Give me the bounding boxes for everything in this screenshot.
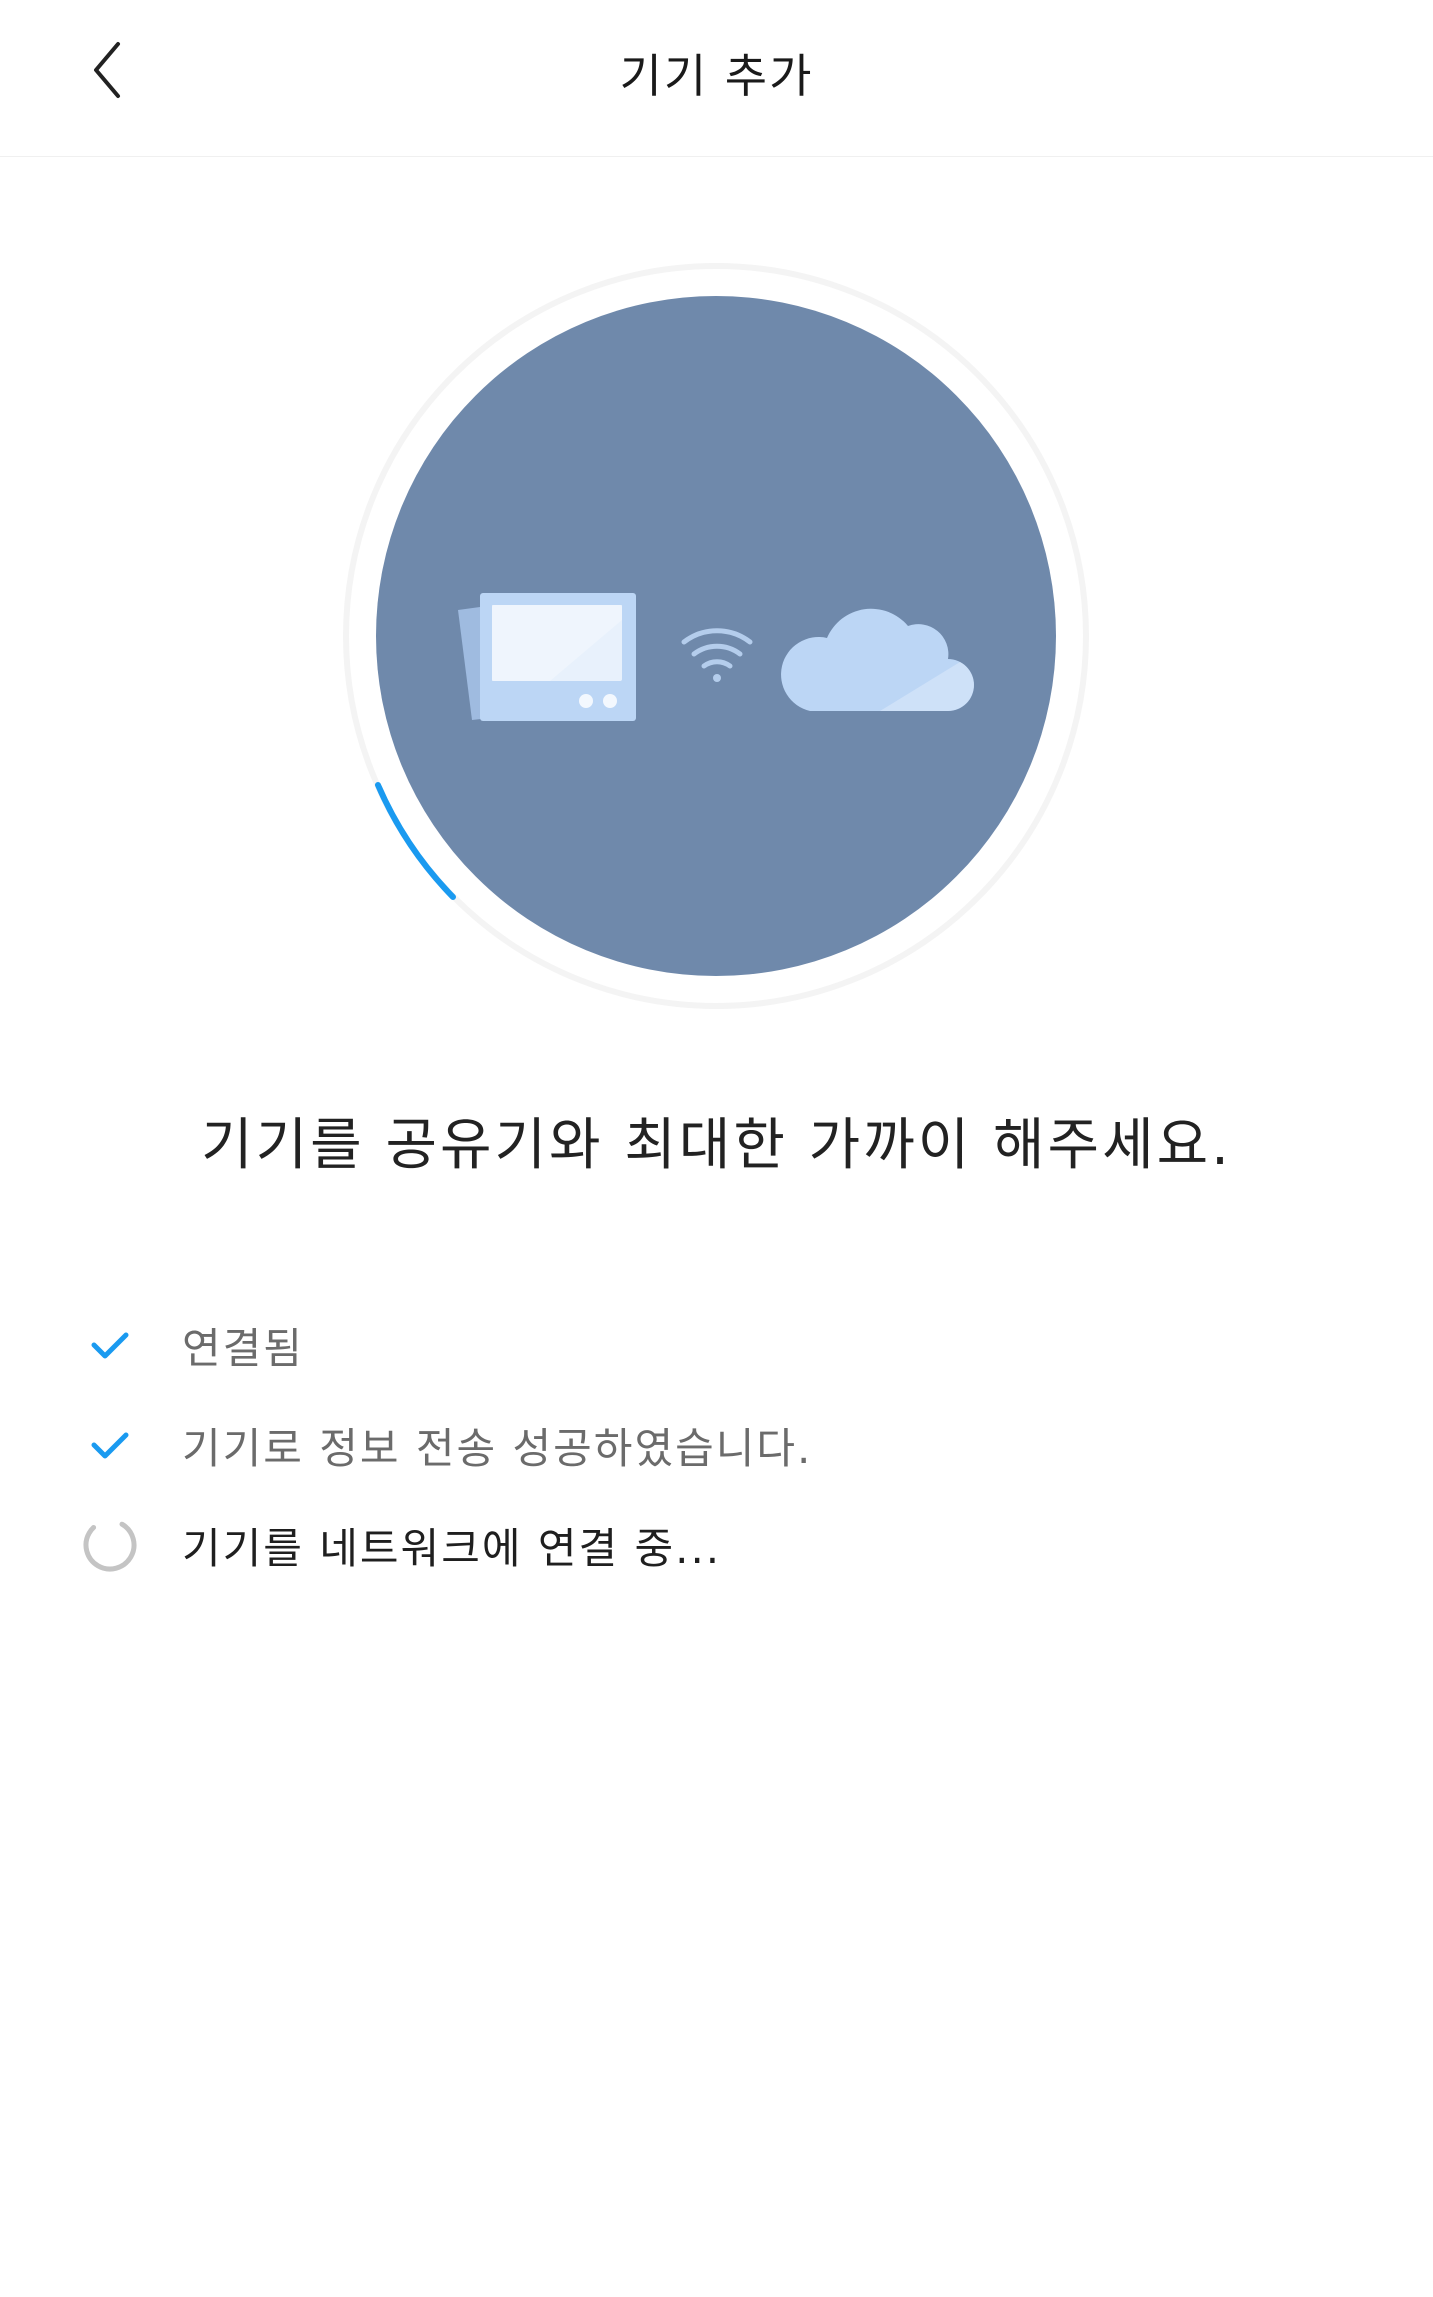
- step-label: 연결됨: [182, 1323, 304, 1373]
- tablet-device-icon: [458, 593, 636, 721]
- connection-illustration: [340, 260, 1092, 1012]
- header-bar: 기기 추가: [0, 0, 1433, 157]
- instruction-headline: 기기를 공유기와 최대한 가까이 해주세요.: [201, 1113, 1232, 1178]
- add-device-page: 기기 추가 기기를 공유기와 최대한 가까이 해주세요. 연결됨 기기로 정보 …: [0, 0, 1433, 2297]
- step-network-connecting: 기기를 네트워크에 연결 중...: [80, 1495, 1360, 1595]
- step-connected: 연결됨: [80, 1295, 1360, 1395]
- check-icon: [80, 1315, 140, 1375]
- page-title: 기기 추가: [619, 49, 814, 103]
- spinner-icon: [80, 1515, 140, 1575]
- step-label: 기기로 정보 전송 성공하였습니다.: [182, 1423, 813, 1473]
- connection-steps-list: 연결됨 기기로 정보 전송 성공하였습니다. 기기를 네트워크에 연결 중...: [80, 1295, 1360, 1595]
- step-label: 기기를 네트워크에 연결 중...: [182, 1523, 722, 1573]
- step-info-sent: 기기로 정보 전송 성공하였습니다.: [80, 1395, 1360, 1495]
- check-icon: [80, 1415, 140, 1475]
